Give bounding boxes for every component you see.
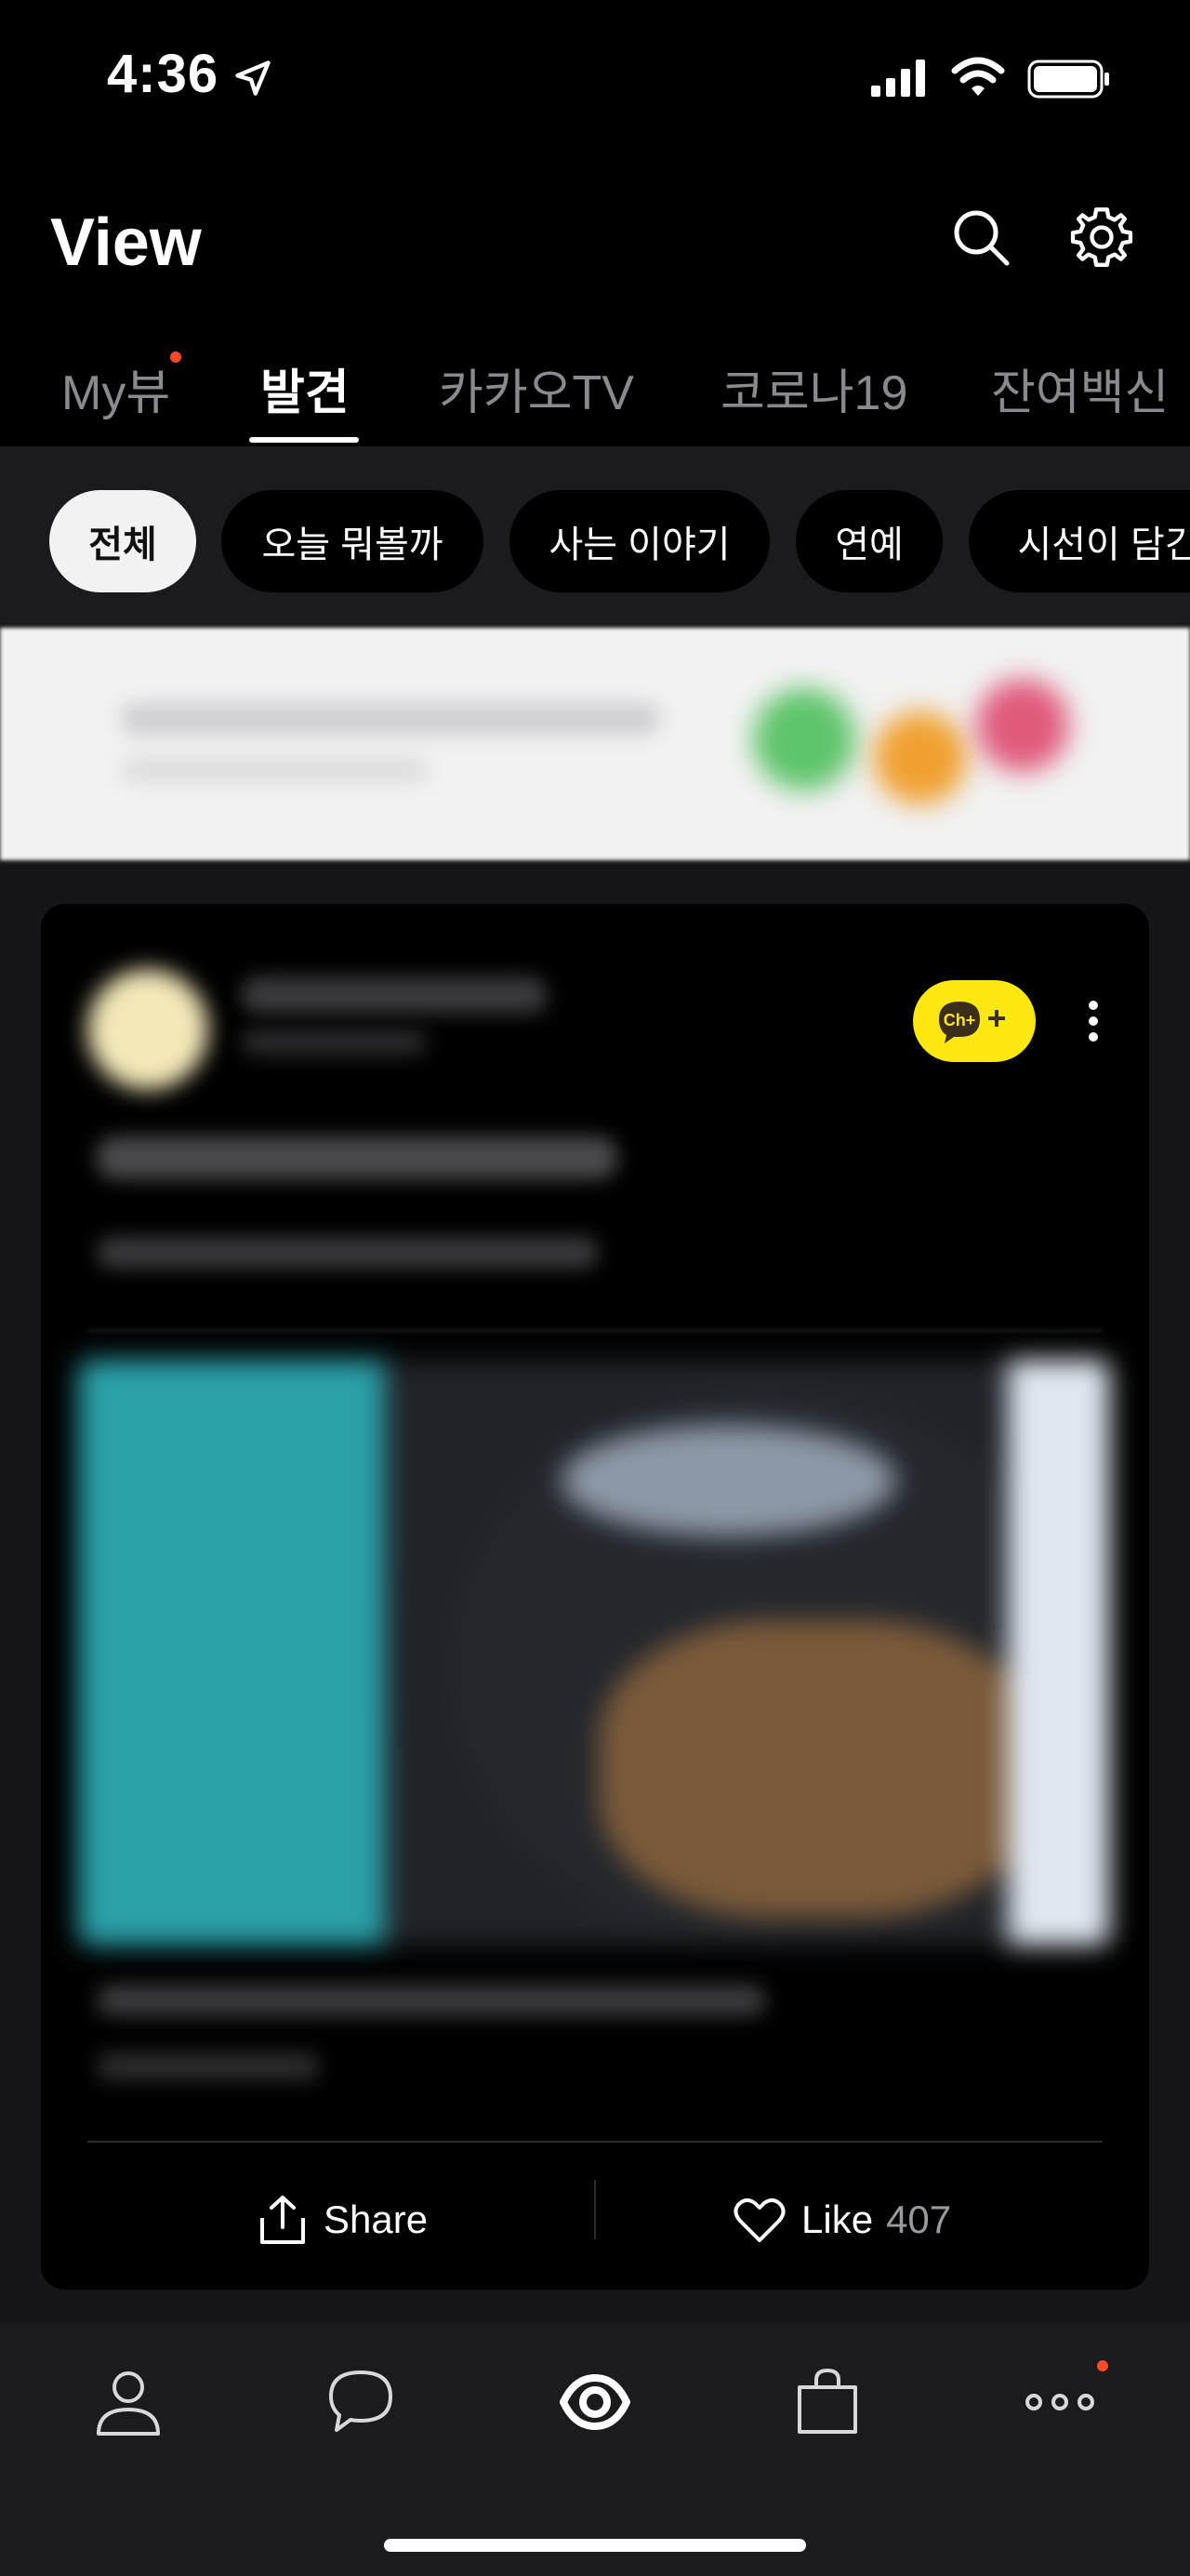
divider <box>87 1330 1103 1332</box>
post-title-blurred <box>97 1136 617 1179</box>
chip-life-stories[interactable]: 사는 이야기 <box>509 490 770 592</box>
chip-entertainment[interactable]: 연예 <box>796 490 943 592</box>
category-chips: 전체 오늘 뭐볼까 사는 이야기 연예 시선이 담긴 <box>0 446 1190 623</box>
channel-plus-icon: Ch+ <box>939 1002 1005 1043</box>
divider <box>594 2180 596 2239</box>
tab-label: My뷰 <box>61 366 171 420</box>
notification-dot <box>170 352 182 363</box>
chip-perspective[interactable]: 시선이 담긴 <box>969 490 1190 592</box>
tab-label: 코로나19 <box>721 366 908 420</box>
share-button[interactable]: Share <box>257 2183 428 2257</box>
share-icon <box>260 2196 305 2244</box>
add-channel-button[interactable]: Ch+ <box>913 980 1036 1062</box>
chat-icon[interactable] <box>325 2365 396 2439</box>
chip-today-what-to-watch[interactable]: 오늘 뭐볼까 <box>221 490 483 592</box>
like-count: 407 <box>886 2198 952 2241</box>
feed-card: Ch+ Share Like 407 <box>41 904 1149 2290</box>
heart-icon <box>734 2198 786 2242</box>
status-bar: 4:36 <box>0 0 1190 158</box>
banner-graphic <box>753 688 855 790</box>
channel-button-label: Ch+ <box>944 1011 976 1029</box>
app-header: View My뷰 발견 카카오TV 코로나19 잔여백신 <box>0 158 1190 446</box>
gear-icon[interactable] <box>1069 205 1134 270</box>
tab-label: 발견 <box>260 366 350 420</box>
tab-covid19[interactable]: 코로나19 <box>721 353 907 423</box>
post-excerpt-blurred <box>97 1237 599 1268</box>
ad-banner[interactable] <box>0 628 1190 860</box>
like-button[interactable]: Like 407 <box>733 2183 951 2257</box>
cellular-signal-icon <box>871 60 925 97</box>
post-meta-blurred <box>241 1029 427 1056</box>
more-options-icon[interactable] <box>1087 999 1100 1043</box>
channel-avatar[interactable] <box>87 969 208 1090</box>
banner-graphic <box>976 679 1069 772</box>
top-tabs: My뷰 발견 카카오TV 코로나19 잔여백신 <box>0 344 1190 446</box>
person-icon[interactable] <box>93 2365 164 2439</box>
active-tab-indicator <box>249 437 359 443</box>
tab-label: 카카오TV <box>439 366 634 420</box>
banner-subtext-blurred <box>121 758 428 782</box>
location-arrow-icon <box>235 60 271 96</box>
notification-dot <box>1097 2360 1108 2371</box>
post-image-blurred[interactable] <box>78 1360 1110 1945</box>
tab-discover[interactable]: 발견 <box>260 353 350 423</box>
home-indicator[interactable] <box>384 2539 806 2552</box>
source-info-blurred <box>97 2052 320 2080</box>
chip-all[interactable]: 전체 <box>49 490 196 592</box>
wifi-icon <box>951 57 1005 96</box>
status-time: 4:36 <box>107 44 219 104</box>
tab-remaining-vaccine[interactable]: 잔여백신 <box>991 353 1169 423</box>
banner-text-blurred <box>121 702 660 736</box>
tab-kakao-tv[interactable]: 카카오TV <box>439 353 634 423</box>
channel-name-blurred <box>241 976 548 1014</box>
banner-graphic <box>874 711 967 804</box>
view-icon[interactable] <box>556 2365 634 2439</box>
image-caption-blurred <box>97 1985 766 2016</box>
share-label: Share <box>324 2198 429 2241</box>
shopping-bag-icon[interactable] <box>792 2365 863 2439</box>
tab-my-view[interactable]: My뷰 <box>61 352 182 423</box>
tab-label: 잔여백신 <box>991 366 1170 420</box>
battery-icon <box>1027 60 1109 99</box>
like-label: Like <box>801 2198 874 2241</box>
more-icon[interactable] <box>1021 2365 1099 2439</box>
page-title: View <box>50 206 202 280</box>
search-icon[interactable] <box>948 205 1013 270</box>
divider <box>87 2141 1103 2143</box>
